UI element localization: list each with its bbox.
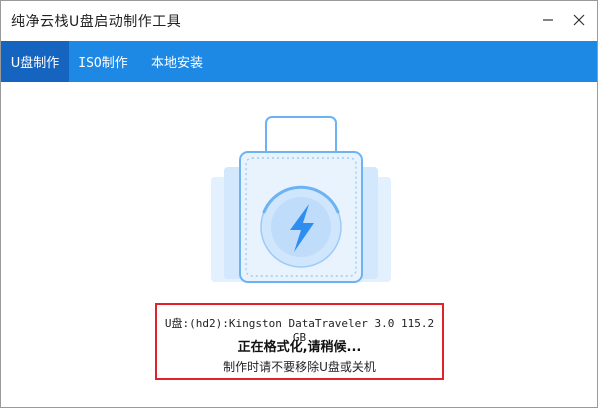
title-bar: 纯净云栈U盘启动制作工具: [1, 1, 597, 41]
close-button[interactable]: [568, 9, 590, 31]
status-panel: U盘:(hd2):Kingston DataTraveler 3.0 115.2…: [155, 303, 444, 380]
usb-drive-icon: [211, 116, 391, 283]
warning-hint: 制作时请不要移除U盘或关机: [223, 360, 376, 374]
tab-iso-make[interactable]: ISO制作: [69, 41, 137, 82]
tab-usb-make[interactable]: U盘制作: [1, 41, 69, 82]
format-status: 正在格式化,请稍候...: [237, 340, 362, 355]
minimize-button[interactable]: [537, 9, 559, 31]
tab-local-install[interactable]: 本地安装: [137, 41, 217, 82]
minimize-icon: [543, 19, 553, 21]
main-content: U盘:(hd2):Kingston DataTraveler 3.0 115.2…: [1, 82, 597, 407]
window-title: 纯净云栈U盘启动制作工具: [11, 14, 182, 30]
tab-bar: U盘制作 ISO制作 本地安装: [1, 41, 597, 82]
close-icon: [573, 14, 585, 26]
app-window: 纯净云栈U盘启动制作工具 U盘制作 ISO制作 本地安装 U盘:(hd2):Ki…: [0, 0, 598, 408]
